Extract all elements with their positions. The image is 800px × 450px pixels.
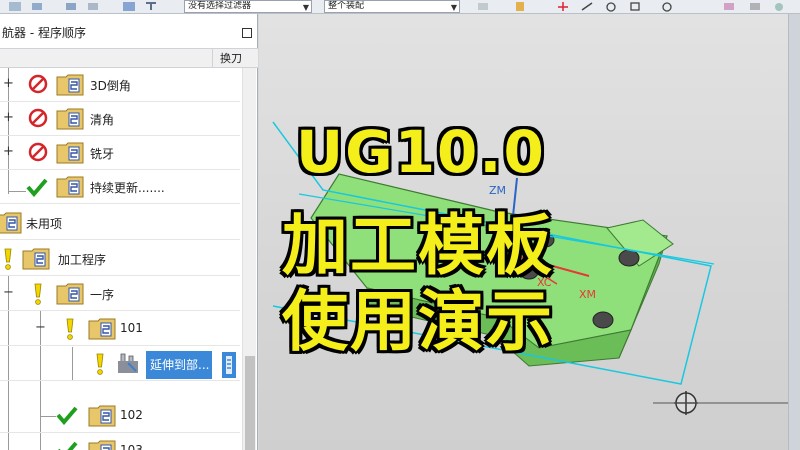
tree-row-extend-to-part[interactable]: 延伸到部... — [0, 347, 240, 381]
tree-row-machining-program[interactable]: 加工程序 — [0, 242, 240, 276]
snap-end-icon[interactable] — [580, 1, 594, 12]
tree-row-label: 铣牙 — [90, 147, 115, 161]
type-filter-select[interactable]: 没有选择过滤器 ▼ — [184, 0, 312, 13]
tree-row-103[interactable]: 103 — [0, 434, 240, 450]
checkmark-icon — [58, 441, 78, 450]
tree-row-label: 3D倒角 — [90, 79, 131, 93]
tree-row-label: 103 — [120, 443, 143, 450]
snap-point-icon[interactable] — [556, 1, 570, 12]
scope-value: 整个装配 — [328, 1, 365, 11]
tree-row-label: 102 — [120, 408, 143, 422]
no-entry-icon — [28, 74, 48, 94]
axis-label-zm: ZM — [489, 184, 506, 197]
measure-icon[interactable] — [722, 1, 736, 12]
filter-tool-icon[interactable] — [86, 1, 100, 12]
part-model: YM ZM XC XM ZC — [272, 121, 800, 415]
tree-row-label: 延伸到部... — [150, 358, 210, 372]
snap-mid-icon[interactable] — [604, 1, 618, 12]
no-entry-icon — [28, 108, 48, 128]
warning-icon — [66, 318, 74, 340]
expand-plus-icon[interactable]: + — [3, 77, 14, 90]
layer-tool-icon[interactable] — [30, 1, 44, 12]
select-all-icon[interactable] — [476, 1, 490, 12]
expand-plus-icon[interactable]: + — [3, 145, 14, 158]
resource-bar[interactable] — [788, 14, 800, 450]
graphics-viewport[interactable]: YM ZM XC XM ZC — [259, 14, 800, 450]
warning-icon — [96, 353, 104, 375]
no-entry-icon — [28, 142, 48, 162]
axis-label-xc: XC — [537, 276, 552, 289]
tree-row-label: 101 — [120, 321, 143, 335]
snap-center-icon[interactable] — [628, 1, 642, 12]
maximize-icon[interactable] — [242, 28, 252, 38]
help-icon[interactable] — [772, 1, 786, 12]
navigator-title: 航器 - 程序顺序 — [0, 22, 258, 44]
tree-row-first-sequence[interactable]: − 一序 — [0, 277, 240, 311]
tree-row-3d-chamfer[interactable]: + 3D倒角 — [0, 68, 240, 102]
tree-row-unused-items[interactable]: 未用项 — [0, 206, 240, 240]
tree-row-continuous-update[interactable]: 持续更新....... — [0, 170, 240, 204]
tree-row-101[interactable]: − 101 — [0, 312, 240, 346]
chevron-down-icon: ▼ — [302, 3, 309, 12]
operation-navigator-panel: 航器 - 程序顺序 换刀 + 3D倒角 + 清角 + 铣牙 持续更新......… — [0, 14, 258, 450]
tree-row-corner-clean[interactable]: + 清角 — [0, 102, 240, 136]
program-folder-icon — [56, 176, 84, 198]
axis-label-zc: ZC — [319, 220, 335, 233]
program-folder-icon — [56, 74, 84, 96]
tree-row-label: 清角 — [90, 113, 115, 127]
program-folder-icon — [88, 405, 116, 427]
axis-label-ym: YM — [510, 158, 527, 171]
orient-icon[interactable] — [514, 1, 528, 12]
view-icon[interactable] — [660, 1, 674, 12]
tree-row-label: 加工程序 — [58, 253, 107, 267]
scope-select[interactable]: 整个装配 ▼ — [324, 0, 460, 13]
warning-icon — [34, 283, 42, 305]
cavity-mill-operation-icon — [118, 353, 138, 373]
program-folder-icon — [0, 212, 22, 234]
program-folder-icon — [56, 283, 84, 305]
tool-change-indicator-icon — [222, 352, 236, 378]
navigator-title-text: 航器 - 程序顺序 — [2, 26, 86, 40]
collapse-minus-icon[interactable]: − — [3, 286, 14, 299]
expand-plus-icon[interactable]: + — [3, 111, 14, 124]
type-filter-value: 没有选择过滤器 — [188, 1, 252, 11]
navigator-scrollbar[interactable] — [242, 68, 256, 450]
checkmark-icon — [26, 178, 48, 197]
select-tool-icon[interactable] — [8, 1, 22, 12]
scrollbar-thumb[interactable] — [245, 356, 255, 450]
collapse-minus-icon[interactable]: − — [35, 321, 46, 334]
top-toolbar: 没有选择过滤器 ▼ 整个装配 ▼ — [0, 0, 800, 14]
tree-tool-icon[interactable] — [144, 1, 158, 12]
snap-tool-icon[interactable] — [122, 1, 136, 12]
program-folder-icon — [22, 248, 50, 270]
program-folder-icon — [56, 108, 84, 130]
program-folder-icon — [56, 142, 84, 164]
navigator-column-header: 换刀 — [0, 48, 258, 68]
tool-change-column-header[interactable]: 换刀 — [212, 49, 258, 68]
tree-row-label: 未用项 — [26, 217, 63, 231]
checkmark-icon — [56, 406, 78, 425]
warning-icon — [4, 248, 12, 270]
program-folder-icon — [88, 318, 116, 340]
ug-nx-window: 没有选择过滤器 ▼ 整个装配 ▼ 航器 - 程序顺序 换刀 + 3D倒角 + 清… — [0, 0, 800, 450]
tree-row-thread-milling[interactable]: + 铣牙 — [0, 136, 240, 170]
tree-row-label: 一序 — [90, 288, 115, 302]
program-folder-icon — [88, 440, 116, 450]
chevron-down-icon: ▼ — [450, 3, 457, 12]
tree-row-label: 持续更新....... — [90, 181, 165, 195]
axis-label-xm: XM — [579, 288, 596, 301]
group-tool-icon[interactable] — [64, 1, 78, 12]
display-icon[interactable] — [748, 1, 762, 12]
tree-row-102[interactable]: 102 — [0, 399, 240, 433]
